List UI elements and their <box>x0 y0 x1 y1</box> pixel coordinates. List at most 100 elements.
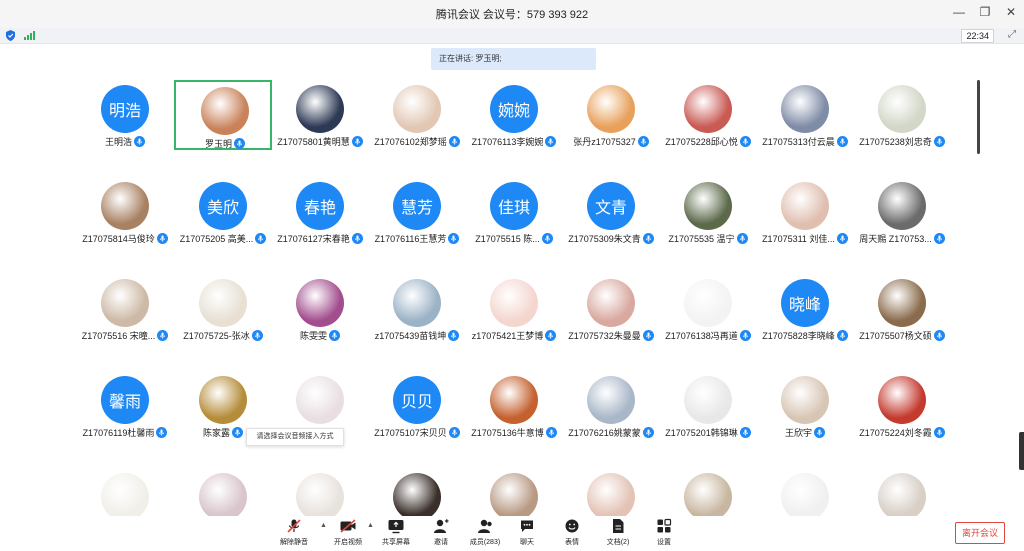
participant-tile[interactable]: 馨雨 Z17076119杜馨雨 <box>76 371 174 441</box>
avatar-initials: 婉婉 <box>497 103 530 120</box>
participant-tile[interactable]: 陈雯雯 <box>271 274 369 344</box>
participant-tile[interactable]: 晓峰 Z17075828李晓峰 <box>756 274 854 344</box>
participant-name-row: Z17075725-张冰 <box>168 329 278 341</box>
mic-icon <box>933 232 945 244</box>
audio-options-caret-icon[interactable]: ▲ <box>320 522 327 529</box>
participant-name: Z17075814马俊玲 <box>82 233 155 244</box>
participant-name-row: Z17075828李晓峰 <box>750 329 860 341</box>
start-video-button[interactable]: 开启视频 <box>330 518 366 550</box>
leave-meeting-button[interactable]: 离开会议 <box>955 522 1005 544</box>
members-icon <box>478 519 492 533</box>
participant-tile[interactable]: Z17075311 刘佳... <box>756 177 854 247</box>
avatar-initials: 美欣 <box>206 200 239 217</box>
avatar <box>101 473 149 521</box>
participant-tile[interactable]: Z17075516 宋曈... <box>76 274 174 344</box>
mic-icon <box>736 232 748 244</box>
participant-tile[interactable]: Z17076138冯再道 <box>659 274 757 344</box>
grid-scrollbar[interactable] <box>977 80 980 154</box>
chat-button[interactable]: 聊天 <box>509 518 545 550</box>
docs-button[interactable]: 文档(2) <box>600 518 636 550</box>
participant-tile[interactable]: 文青 Z17075309朱文青 <box>562 177 660 247</box>
participant-tile[interactable]: Z17076102郑梦瑶 <box>368 80 466 150</box>
avatar <box>199 376 247 424</box>
participant-name-row: Z17075136牛意博 <box>459 426 569 438</box>
participant-tile[interactable]: Z17075238刘忠奇 <box>853 80 951 150</box>
participant-name: Z17075224刘冬霞 <box>859 427 932 438</box>
participant-tile[interactable]: 慧芳 Z17076116王慧芳 <box>368 177 466 247</box>
participant-tile[interactable]: Z17075725-张冰 <box>174 274 272 344</box>
start-video-label: 开启视频 <box>334 539 362 546</box>
participant-tile[interactable]: Z17075136牛意博 <box>465 371 563 441</box>
participant-name: Z17076116王慧芳 <box>374 233 447 244</box>
participant-tile[interactable]: Z17075535 温宁 <box>659 177 757 247</box>
reactions-label: 表情 <box>565 539 579 546</box>
participant-name-row: 罗玉明 <box>170 137 280 149</box>
participant-tile[interactable]: 美欣 Z17075205 高美... <box>174 177 272 247</box>
participant-name: Z17076102郑梦瑶 <box>374 136 447 147</box>
mic-icon <box>448 232 460 244</box>
invite-icon <box>434 519 449 533</box>
participant-name-row: Z17075228邱心悦 <box>653 135 763 147</box>
avatar <box>296 85 344 133</box>
participant-tile[interactable]: Z17076216姚蒙蒙 <box>562 371 660 441</box>
participant-name: Z17075313付云晨 <box>762 136 835 147</box>
participant-name: Z17075201韩锦琳 <box>665 427 738 438</box>
avatar: 婉婉 <box>490 85 538 133</box>
side-panel-handle[interactable] <box>1019 432 1024 470</box>
participant-tile[interactable]: Z17075814马俊玲 <box>76 177 174 247</box>
invite-button[interactable]: 邀请 <box>423 518 459 550</box>
members-button[interactable]: 成员(283) <box>467 518 503 550</box>
participant-tile[interactable]: 罗玉明 <box>174 80 272 150</box>
avatar-initials: 明浩 <box>108 103 141 120</box>
participant-tile[interactable]: z17075439苗钱坤 <box>368 274 466 344</box>
participant-tile[interactable]: 王欣宇 <box>756 371 854 441</box>
meeting-toolbar: 解除静音 ▲ 开启视频 ▲ 共享屏幕 邀请 成员(283) 聊天 表情 文档(2… <box>0 516 1024 551</box>
participant-name-row: Z17075535 温宁 <box>653 232 763 244</box>
avatar: 文青 <box>587 182 635 230</box>
avatar <box>878 279 926 327</box>
participant-name-row: Z17075515 陈... <box>459 232 569 244</box>
participant-tile[interactable]: Z17075201韩锦琳 <box>659 371 757 441</box>
participant-name-row: z17075421王梦博 <box>459 329 569 341</box>
participant-tile[interactable]: 周天赐 Z170753... <box>853 177 951 247</box>
avatar <box>781 85 829 133</box>
participant-tile[interactable]: 明浩 王明浩 <box>76 80 174 150</box>
mic-icon <box>541 232 553 244</box>
share-screen-button[interactable]: 共享屏幕 <box>378 518 414 550</box>
participant-name: z17075421王梦博 <box>471 330 544 341</box>
participant-name-row: 张丹z17075327 <box>556 135 666 147</box>
participant-name: Z17075228邱心悦 <box>665 136 738 147</box>
docs-label: 文档(2) <box>606 539 630 546</box>
avatar <box>201 87 249 135</box>
participant-name: Z17076119杜馨雨 <box>82 427 155 438</box>
participant-name-row: Z17075801黄明慧 <box>265 135 375 147</box>
participant-name-row: Z17075507杨文硕 <box>847 329 957 341</box>
participant-tile[interactable]: 贝贝 Z17075107宋贝贝 <box>368 371 466 441</box>
unmute-button[interactable]: 解除静音 <box>276 518 312 550</box>
share-screen-label: 共享屏幕 <box>382 539 410 546</box>
participant-name-row: 陈雯雯 <box>265 329 375 341</box>
avatar <box>781 376 829 424</box>
participant-tile[interactable]: Z17075224刘冬霞 <box>853 371 951 441</box>
avatar <box>296 376 344 424</box>
video-options-caret-icon[interactable]: ▲ <box>367 522 374 529</box>
participant-tile[interactable]: 张丹z17075327 <box>562 80 660 150</box>
settings-button[interactable]: 设置 <box>646 518 682 550</box>
participant-tile[interactable]: 婉婉 Z17076113李婉婉 <box>465 80 563 150</box>
participant-tile[interactable]: Z17075313付云晨 <box>756 80 854 150</box>
avatar: 贝贝 <box>393 376 441 424</box>
participant-tile[interactable]: z17075421王梦博 <box>465 274 563 344</box>
participant-tile[interactable]: Z17075507杨文硕 <box>853 274 951 344</box>
avatar-initials: 佳琪 <box>497 200 530 217</box>
participant-name-row: 王欣宇 <box>750 426 860 438</box>
avatar <box>393 473 441 521</box>
reactions-button[interactable]: 表情 <box>554 518 590 550</box>
avatar <box>684 85 732 133</box>
participant-tile[interactable]: 春艳 Z17076127宋春艳 <box>271 177 369 247</box>
participant-tile[interactable]: Z17075801黄明慧 <box>271 80 369 150</box>
participant-name-row: z17075439苗钱坤 <box>362 329 472 341</box>
participant-tile[interactable]: Z17075732朱曼曼 <box>562 274 660 344</box>
participant-tile[interactable]: Z17075228邱心悦 <box>659 80 757 150</box>
participant-tile[interactable]: 佳琪 Z17075515 陈... <box>465 177 563 247</box>
participant-name-row: Z17075309朱文青 <box>556 232 666 244</box>
